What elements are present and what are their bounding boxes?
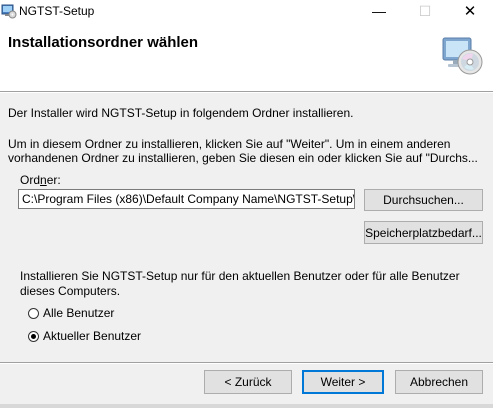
radio-all-users-circle[interactable] xyxy=(28,307,39,319)
window-title: NGTST-Setup xyxy=(19,4,95,18)
header-divider xyxy=(0,91,493,93)
disk-cost-button[interactable]: Speicherplatzbedarf... xyxy=(364,221,483,244)
close-button[interactable]: ✕ xyxy=(447,0,493,22)
intro-text: Der Installer wird NGTST-Setup in folgen… xyxy=(8,106,354,120)
browse-button[interactable]: Durchsuchen... xyxy=(364,189,483,211)
folder-path-input[interactable] xyxy=(18,189,355,209)
window-bottom-edge xyxy=(0,404,493,408)
cd-computer-icon xyxy=(442,37,483,75)
back-button[interactable]: < Zurück xyxy=(204,370,292,394)
folder-label: Ordner: xyxy=(20,173,61,187)
radio-all-users[interactable]: Alle Benutzer xyxy=(28,305,114,321)
maximize-button: ☐ xyxy=(418,2,432,19)
radio-current-user-label: Aktueller Benutzer xyxy=(43,329,142,343)
next-button[interactable]: Weiter > xyxy=(302,370,384,394)
wizard-header: Installationsordner wählen xyxy=(0,22,493,91)
radio-all-users-label: Alle Benutzer xyxy=(43,306,115,320)
title-bar: NGTST-Setup — ☐ ✕ xyxy=(0,0,493,22)
folder-label-end: er: xyxy=(46,173,61,187)
instruction-text-line1: Um in diesem Ordner zu installieren, kli… xyxy=(8,137,451,151)
setup-app-icon xyxy=(1,4,17,19)
cancel-button[interactable]: Abbrechen xyxy=(395,370,483,394)
folder-label-accesskey: n xyxy=(40,173,47,187)
scope-text-line1: Installieren Sie NGTST-Setup nur für den… xyxy=(20,269,460,283)
minimize-button[interactable]: — xyxy=(356,0,402,22)
folder-label-start: Ord xyxy=(20,173,41,187)
instruction-text-line2: vorhandenen Ordner zu installieren, gebe… xyxy=(8,151,478,165)
radio-current-user-circle[interactable] xyxy=(28,330,39,342)
scope-text-line2: dieses Computers. xyxy=(20,284,121,298)
page-title: Installationsordner wählen xyxy=(8,34,199,51)
radio-current-user[interactable]: Aktueller Benutzer xyxy=(28,328,141,344)
footer-divider xyxy=(0,362,493,364)
